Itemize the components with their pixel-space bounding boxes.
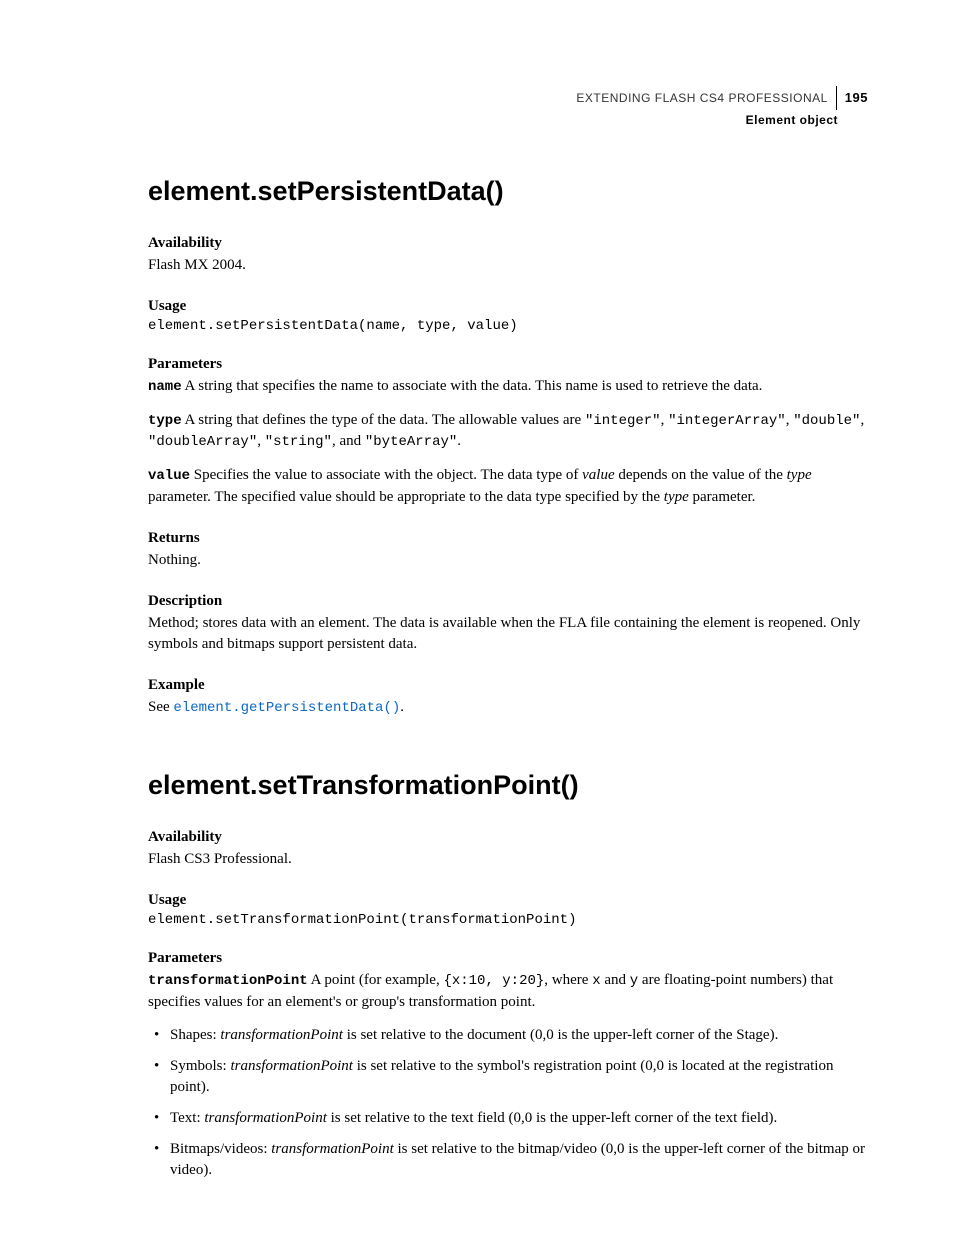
- example-post: .: [400, 699, 404, 715]
- param-type-v5: "string": [265, 434, 332, 450]
- b1-pre: Shapes:: [170, 1027, 220, 1043]
- b1-post: is set relative to the document (0,0 is …: [343, 1027, 778, 1043]
- param-name-code: name: [148, 379, 182, 395]
- page-header: EXTENDING FLASH CS4 PROFESSIONAL 195 Ele…: [148, 86, 868, 128]
- b3-em: transformationPoint: [204, 1110, 327, 1126]
- comma1: ,: [661, 412, 669, 428]
- availability-text-2: Flash CS3 Professional.: [148, 849, 868, 870]
- subhead-availability: Availability: [148, 235, 868, 252]
- period1: .: [457, 433, 461, 449]
- section-heading-setpersistentdata: element.setPersistentData(): [148, 176, 868, 207]
- comma3: ,: [860, 412, 864, 428]
- param-type-v6: "byteArray": [365, 434, 457, 450]
- param-tp-mid1: , where: [544, 972, 592, 988]
- param-type-pre: A string that defines the type of the da…: [182, 412, 585, 428]
- param-type-and: , and: [332, 433, 365, 449]
- param-type-v3: "double": [793, 413, 860, 429]
- list-item: Symbols: transformationPoint is set rela…: [148, 1056, 868, 1098]
- param-type-v1: "integer": [585, 413, 661, 429]
- subhead-returns: Returns: [148, 530, 868, 547]
- param-value-mid: depends on the value of the: [615, 467, 787, 483]
- b3-pre: Text:: [170, 1110, 204, 1126]
- comma4: ,: [257, 433, 265, 449]
- document-page: EXTENDING FLASH CS4 PROFESSIONAL 195 Ele…: [0, 0, 954, 1235]
- availability-text: Flash MX 2004.: [148, 255, 868, 276]
- param-type: type A string that defines the type of t…: [148, 410, 868, 453]
- header-crumb: Element object: [148, 112, 868, 128]
- section-heading-settransformationpoint: element.setTransformationPoint(): [148, 770, 868, 801]
- subhead-availability-2: Availability: [148, 829, 868, 846]
- subhead-parameters-2: Parameters: [148, 950, 868, 967]
- b2-pre: Symbols:: [170, 1058, 230, 1074]
- param-tp-pre: A point (for example,: [308, 972, 444, 988]
- param-value: value Specifies the value to associate w…: [148, 465, 868, 508]
- bullet-list: Shapes: transformationPoint is set relat…: [148, 1025, 868, 1181]
- usage-code-2: element.setTransformationPoint(transform…: [148, 912, 868, 928]
- b1-em: transformationPoint: [220, 1027, 343, 1043]
- b4-pre: Bitmaps/videos:: [170, 1141, 271, 1157]
- param-value-end: parameter.: [689, 489, 756, 505]
- list-item: Shapes: transformationPoint is set relat…: [148, 1025, 868, 1046]
- param-type-v2: "integerArray": [668, 413, 786, 429]
- param-name-text: A string that specifies the name to asso…: [182, 378, 763, 394]
- header-line-1: EXTENDING FLASH CS4 PROFESSIONAL 195: [576, 86, 868, 110]
- param-value-pre: Specifies the value to associate with th…: [190, 467, 582, 483]
- subhead-usage: Usage: [148, 298, 868, 315]
- param-transformationpoint: transformationPoint A point (for example…: [148, 970, 868, 1013]
- subhead-parameters: Parameters: [148, 356, 868, 373]
- b3-post: is set relative to the text field (0,0 i…: [327, 1110, 777, 1126]
- usage-code: element.setPersistentData(name, type, va…: [148, 318, 868, 334]
- param-tp-mid2: and: [601, 972, 630, 988]
- param-value-em3: type: [664, 489, 689, 505]
- returns-text: Nothing.: [148, 550, 868, 571]
- param-name: name A string that specifies the name to…: [148, 376, 868, 398]
- param-type-v4: "doubleArray": [148, 434, 257, 450]
- b4-em: transformationPoint: [271, 1141, 394, 1157]
- header-title: EXTENDING FLASH CS4 PROFESSIONAL: [576, 90, 827, 106]
- subhead-example: Example: [148, 677, 868, 694]
- param-type-code: type: [148, 413, 182, 429]
- param-tp-ex: {x:10, y:20}: [443, 973, 544, 989]
- list-item: Bitmaps/videos: transformationPoint is s…: [148, 1139, 868, 1181]
- param-tp-y: y: [630, 973, 638, 989]
- page-number: 195: [845, 89, 868, 107]
- subhead-description: Description: [148, 593, 868, 610]
- description-text: Method; stores data with an element. The…: [148, 613, 868, 655]
- list-item: Text: transformationPoint is set relativ…: [148, 1108, 868, 1129]
- param-value-em2: type: [787, 467, 812, 483]
- param-value-post: parameter. The specified value should be…: [148, 489, 664, 505]
- subhead-usage-2: Usage: [148, 892, 868, 909]
- param-value-code: value: [148, 468, 190, 484]
- example-link[interactable]: element.getPersistentData(): [173, 700, 400, 716]
- example-pre: See: [148, 699, 173, 715]
- param-tp-x: x: [592, 973, 600, 989]
- b2-em: transformationPoint: [230, 1058, 353, 1074]
- header-divider-icon: [836, 86, 837, 110]
- param-value-em1: value: [582, 467, 614, 483]
- param-tp-code: transformationPoint: [148, 973, 308, 989]
- example-text: See element.getPersistentData().: [148, 697, 868, 719]
